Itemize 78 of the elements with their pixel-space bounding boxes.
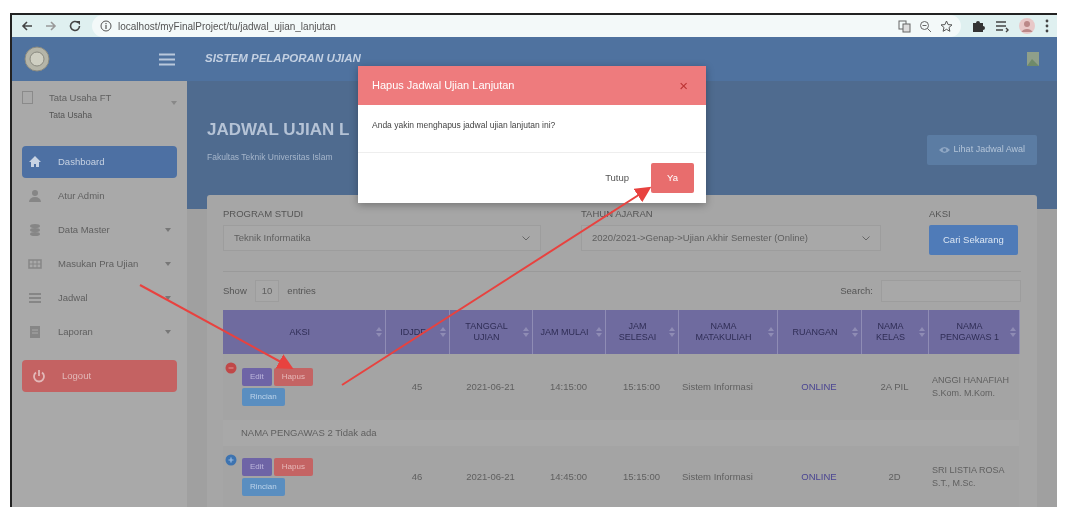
field-label: AKSI xyxy=(929,207,952,221)
show-label: Show xyxy=(223,284,247,299)
search-label: Search: xyxy=(840,284,873,299)
sort-icon xyxy=(851,327,858,338)
url-text[interactable]: localhost/myFinalProject/tu/jadwal_ujian_lanjutan xyxy=(118,18,336,34)
user-name: Tata Usaha FT xyxy=(49,91,112,105)
sidebar-item[interactable]: Laporan xyxy=(22,316,177,348)
edit-button[interactable]: Edit xyxy=(242,458,272,477)
field-label: PROGRAM STUDI xyxy=(223,207,305,221)
caret-icon xyxy=(171,101,177,105)
view-schedule-button[interactable]: Lihat Jadwal Awal xyxy=(926,135,1037,165)
image-icon xyxy=(1027,52,1039,66)
avatar-icon[interactable] xyxy=(1019,18,1035,34)
modal-message: Anda yakin menghapus jadwal ujian lanjutan ini? xyxy=(372,119,557,132)
zoom-out-icon[interactable] xyxy=(919,19,932,33)
delete-button[interactable]: Hapus xyxy=(273,458,313,477)
column-header[interactable]: JAM MULAI xyxy=(532,310,605,355)
entries-label: entries xyxy=(287,284,316,299)
sort-icon xyxy=(767,327,774,338)
star-icon[interactable] xyxy=(940,19,953,33)
chevron-icon xyxy=(862,235,870,241)
sort-icon xyxy=(918,327,925,338)
sort-icon xyxy=(375,327,382,338)
app-title: SISTEM PELAPORAN UJIAN xyxy=(204,51,361,67)
column-header[interactable]: NAMA KELAS xyxy=(861,310,928,355)
page-subtitle: Fakultas Teknik Universitas Islam xyxy=(207,150,334,164)
search-now-button[interactable]: Cari Sekarang xyxy=(929,225,1018,256)
translate-icon[interactable] xyxy=(898,19,911,33)
home-icon xyxy=(28,155,42,169)
logout-button[interactable]: Logout xyxy=(22,360,177,392)
sidebar-item[interactable]: Masukan Pra Ujian xyxy=(22,248,177,280)
edit-button[interactable]: Edit xyxy=(242,368,272,387)
program-select[interactable]: Teknik Informatika xyxy=(223,225,541,252)
reload-icon[interactable] xyxy=(68,19,82,33)
logo-icon xyxy=(24,46,50,72)
sidebar-item[interactable]: Jadwal xyxy=(22,282,177,314)
detail-text: NAMA PENGAWAS 2 Tidak ada xyxy=(241,427,377,439)
sort-icon xyxy=(439,327,446,338)
page-length-select[interactable]: 10 xyxy=(254,280,280,303)
column-header[interactable]: NAMA PENGAWAS 1 xyxy=(928,310,1019,355)
more-icon[interactable] xyxy=(1045,19,1049,33)
sort-icon xyxy=(668,327,675,338)
column-header[interactable]: TANGGAL UJIAN xyxy=(449,310,532,355)
database-icon xyxy=(28,223,42,237)
user-icon xyxy=(28,189,42,203)
playlist-icon[interactable] xyxy=(995,19,1009,33)
list-icon xyxy=(28,291,42,305)
user-role: Tata Usaha xyxy=(49,109,93,122)
detail-button[interactable]: Rincian xyxy=(242,478,285,497)
sidebar-item[interactable]: Atur Admin xyxy=(22,180,177,212)
sort-icon xyxy=(522,327,529,338)
year-select[interactable]: 2020/2021->Genap->Ujian Akhir Semester (Online) xyxy=(581,225,881,252)
document-icon xyxy=(28,325,42,339)
back-icon[interactable] xyxy=(20,19,34,33)
close-button[interactable]: Tutup xyxy=(601,164,634,192)
menu-icon[interactable] xyxy=(159,52,175,66)
chevron-icon xyxy=(522,235,530,241)
delete-button[interactable]: Hapus xyxy=(273,368,313,387)
page-heading: JADWAL UJIAN L xyxy=(207,119,350,141)
modal-title: Hapus Jadwal Ujian Lanjutan xyxy=(372,78,515,94)
puzzle-icon[interactable] xyxy=(971,19,985,33)
forward-icon[interactable] xyxy=(44,19,58,33)
detail-button[interactable]: Rincian xyxy=(242,388,285,407)
table-icon xyxy=(28,257,42,271)
close-button[interactable]: × xyxy=(675,78,692,93)
sort-icon xyxy=(1009,327,1016,338)
user-image-icon xyxy=(22,91,33,104)
sidebar-item[interactable]: Dashboard xyxy=(22,146,177,178)
column-header[interactable]: JAM SELESAI xyxy=(605,310,678,355)
sidebar-item[interactable]: Data Master xyxy=(22,214,177,246)
confirm-button[interactable]: Ya xyxy=(651,162,694,194)
column-header[interactable]: NAMA MATAKULIAH xyxy=(678,310,777,355)
column-header[interactable]: AKSI xyxy=(223,310,385,355)
info-icon xyxy=(100,20,112,32)
column-header[interactable]: RUANGAN xyxy=(777,310,861,355)
power-icon xyxy=(32,369,46,383)
sort-icon xyxy=(595,327,602,338)
eye-icon xyxy=(938,145,950,154)
